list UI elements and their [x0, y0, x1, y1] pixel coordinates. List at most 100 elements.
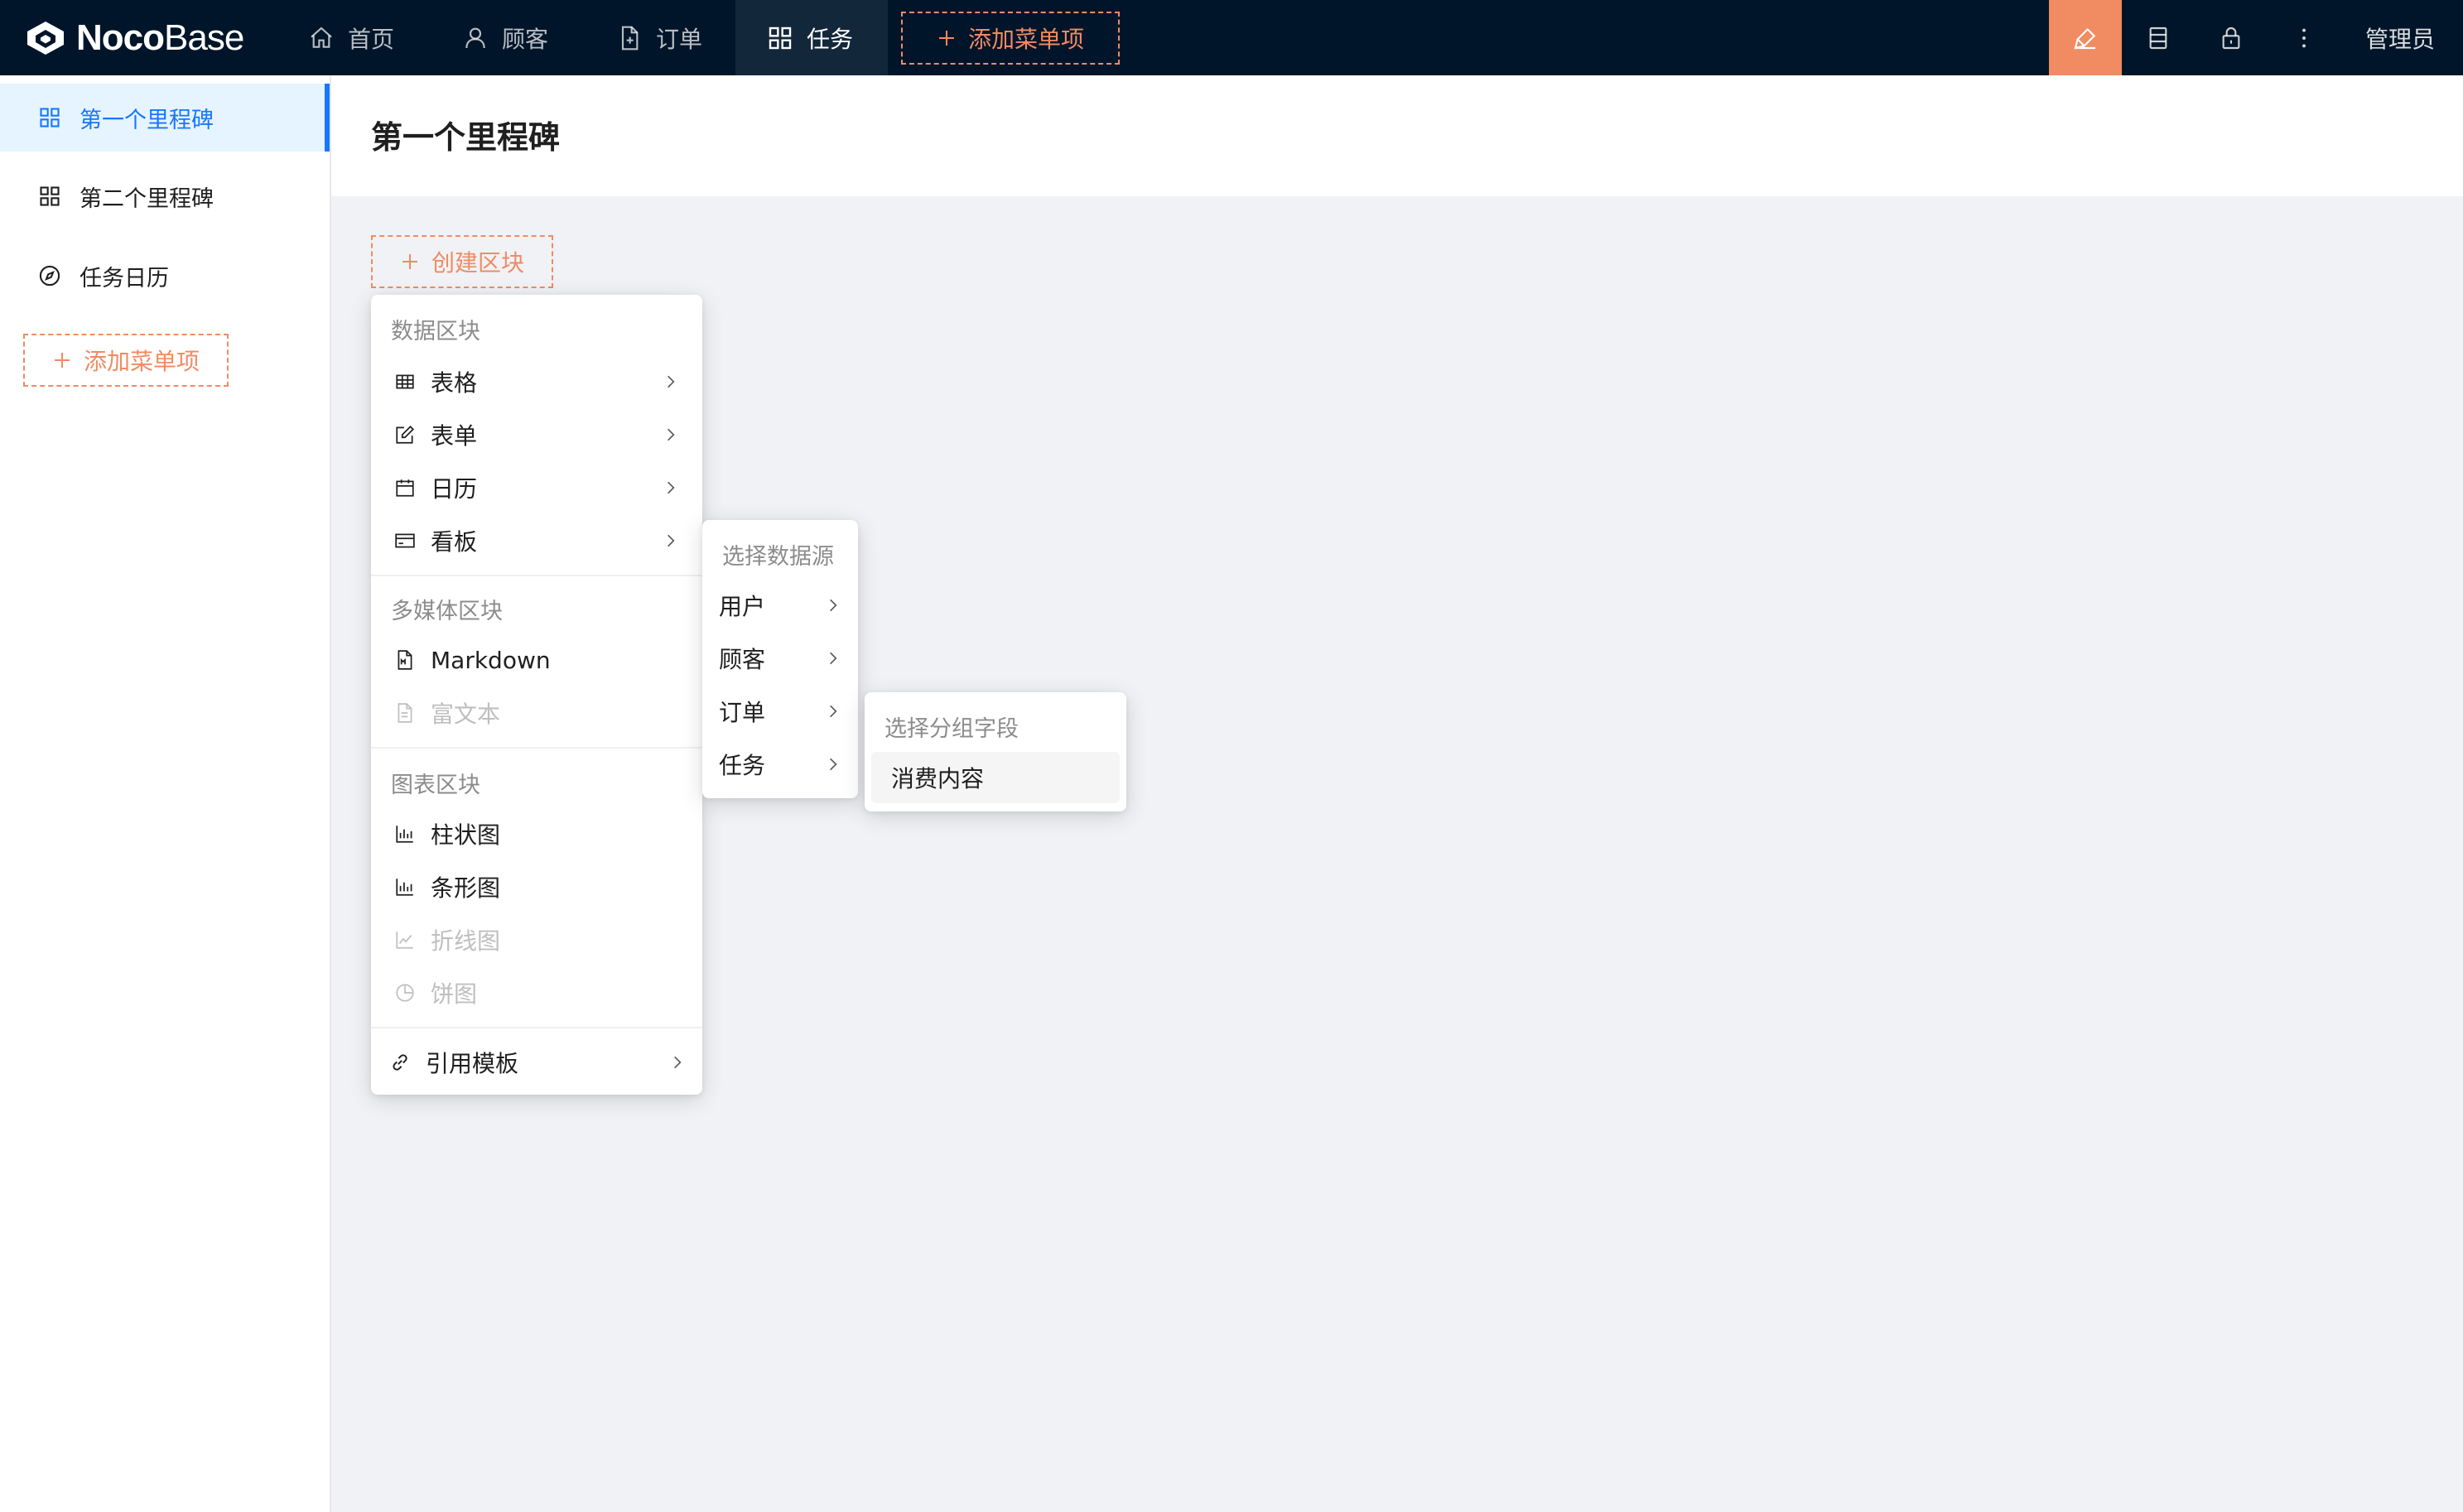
- add-menu-label: 添加菜单项: [967, 26, 1084, 53]
- nav-label: 订单: [656, 25, 703, 53]
- data-source-button[interactable]: [2122, 0, 2195, 75]
- line-chart-icon: [396, 932, 413, 949]
- user-menu[interactable]: 管理员: [2365, 0, 2435, 75]
- plus-icon: [938, 31, 954, 46]
- menu-item-label: 消费内容: [891, 765, 985, 792]
- menu-divider: [371, 575, 702, 576]
- menu-item-label: 看板: [431, 528, 478, 556]
- chevron-right-icon: [830, 705, 837, 718]
- datasource-submenu: 选择数据源 用户 顾客 订单 任务: [702, 520, 858, 798]
- menu-item-label: 用户: [719, 593, 766, 620]
- username-label: 管理员: [2365, 25, 2436, 53]
- sidebar-item-label: 第二个里程碑: [80, 185, 214, 212]
- menu-group-title: 选择分组字段: [884, 716, 1019, 742]
- page-title: 第一个里程碑: [371, 119, 561, 156]
- appstore-icon: [40, 108, 60, 128]
- menu-item-datasource-customers[interactable]: 顾客: [709, 633, 851, 684]
- sidebar: 第一个里程碑 第二个里程碑 任务日历 添加菜单项: [0, 75, 331, 1512]
- chevron-right-icon: [830, 652, 837, 665]
- more-button[interactable]: [2268, 0, 2340, 75]
- menu-item-calendar[interactable]: 日历: [384, 462, 689, 513]
- menu-group-title: 多媒体区块: [391, 599, 503, 624]
- menu-item-reference-template[interactable]: 引用模板: [378, 1037, 696, 1088]
- menu-item-label: 引用模板: [426, 1050, 519, 1077]
- nav-item-customers[interactable]: 顾客: [444, 0, 568, 75]
- nav-item-orders[interactable]: 订单: [598, 0, 722, 75]
- calendar-icon: [396, 479, 414, 497]
- nav-label: 任务: [807, 25, 854, 53]
- chevron-right-icon: [668, 428, 675, 441]
- menu-group-title: 数据区块: [391, 319, 480, 344]
- user-icon: [465, 27, 485, 48]
- page-header: 第一个里程碑: [331, 75, 2463, 196]
- plus-icon: [54, 353, 70, 368]
- nav-item-tasks[interactable]: 任务: [735, 0, 888, 75]
- menu-item-datasource-tasks[interactable]: 任务: [709, 739, 851, 790]
- menu-item-bar-chart[interactable]: 条形图: [384, 861, 689, 912]
- menu-item-markdown[interactable]: Markdown: [384, 634, 689, 686]
- nav-item-home[interactable]: 首页: [290, 0, 414, 75]
- highlight-icon: [2074, 27, 2096, 49]
- appstore-icon: [769, 26, 792, 49]
- menu-item-label: Markdown: [431, 646, 551, 674]
- chevron-right-icon: [830, 758, 837, 771]
- logo-icon: [27, 22, 64, 55]
- block-type-menu: 数据区块 表格 表单 日历 看板 多媒体区块 Markdown 富文本 图表区块…: [371, 295, 702, 1095]
- group-field-submenu: 选择分组字段 消费内容: [865, 692, 1126, 811]
- menu-item-label: 柱状图: [431, 821, 501, 849]
- markdown-icon: [398, 650, 412, 670]
- menu-item-label: 日历: [431, 475, 478, 503]
- sidebar-add-label: 添加菜单项: [83, 348, 200, 375]
- chevron-right-icon: [668, 481, 675, 494]
- app-logo[interactable]: NocoBase: [25, 15, 244, 61]
- menu-item-label: 表单: [431, 422, 478, 450]
- sidebar-add-menu-item-button[interactable]: 添加菜单项: [23, 334, 229, 387]
- database-icon: [2149, 26, 2167, 49]
- menu-item-rich-text: 富文本: [384, 687, 689, 739]
- menu-divider: [371, 747, 702, 749]
- menu-item-label: 订单: [719, 699, 766, 726]
- ui-editor-button[interactable]: [2049, 0, 2122, 75]
- lock-icon: [2222, 26, 2240, 49]
- menu-item-datasource-orders[interactable]: 订单: [709, 686, 851, 737]
- menu-item-label: 任务: [719, 752, 766, 779]
- chevron-right-icon: [674, 1056, 682, 1069]
- menu-group-title: 选择数据源: [722, 544, 834, 570]
- home-icon: [311, 26, 332, 48]
- menu-item-kanban[interactable]: 看板: [384, 515, 689, 566]
- menu-group-title: 图表区块: [391, 773, 480, 798]
- sidebar-item-task-calendar[interactable]: 任务日历: [0, 242, 330, 310]
- plus-icon: [402, 254, 417, 269]
- nav-label: 首页: [348, 25, 395, 53]
- chevron-right-icon: [668, 534, 675, 547]
- chevron-right-icon: [830, 599, 837, 612]
- bar-chart-icon: [396, 879, 413, 896]
- appstore-icon: [40, 186, 60, 206]
- menu-item-label: 富文本: [431, 701, 501, 728]
- bar-chart-icon: [396, 826, 413, 843]
- compass-icon: [39, 265, 60, 287]
- file-icon: [621, 26, 639, 50]
- menu-item-datasource-users[interactable]: 用户: [709, 580, 851, 631]
- sidebar-item-label: 任务日历: [80, 265, 169, 291]
- menu-item-group-field-consumption[interactable]: 消费内容: [871, 752, 1120, 803]
- link-icon: [393, 1054, 407, 1071]
- file-text-icon: [398, 703, 412, 723]
- permission-button[interactable]: [2195, 0, 2268, 75]
- sidebar-item-milestone-1[interactable]: 第一个里程碑: [0, 84, 330, 152]
- menu-item-table[interactable]: 表格: [384, 356, 689, 407]
- menu-item-label: 条形图: [431, 874, 501, 902]
- chevron-right-icon: [668, 375, 675, 388]
- menu-item-form[interactable]: 表单: [384, 409, 689, 460]
- sidebar-item-milestone-2[interactable]: 第二个里程碑: [0, 162, 330, 230]
- kanban-icon: [395, 533, 415, 548]
- menu-item-column-chart[interactable]: 柱状图: [384, 808, 689, 860]
- add-menu-item-button[interactable]: 添加菜单项: [901, 12, 1120, 65]
- menu-item-label: 顾客: [719, 646, 766, 673]
- create-block-button[interactable]: 创建区块: [371, 235, 553, 288]
- menu-item-label: 饼图: [431, 980, 478, 1008]
- menu-item-line-chart: 折线图: [384, 914, 689, 965]
- table-icon: [396, 374, 414, 389]
- menu-divider: [371, 1027, 702, 1028]
- menu-item-pie-chart: 饼图: [384, 967, 689, 1018]
